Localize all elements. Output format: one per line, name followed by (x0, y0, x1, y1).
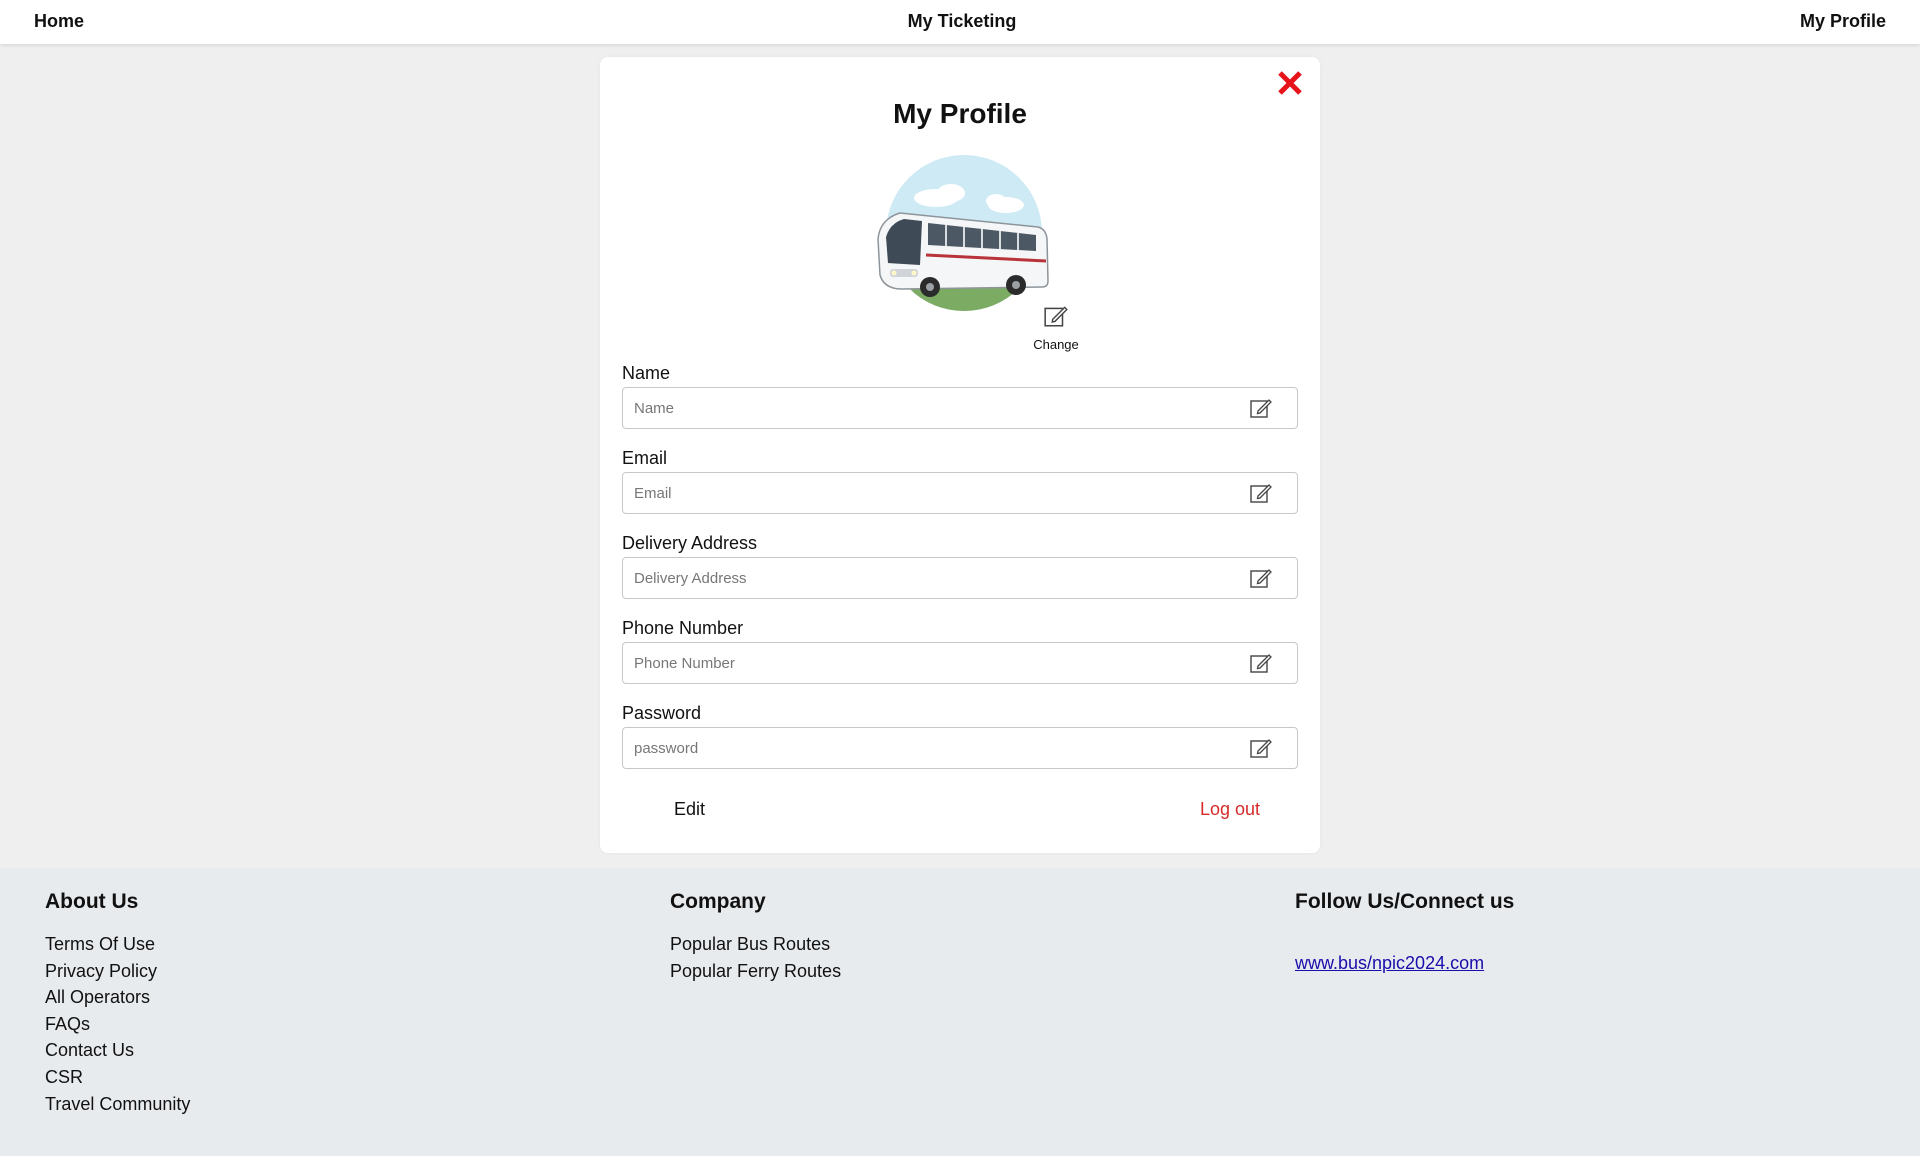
password-field: Password (622, 701, 1298, 769)
password-input-box (622, 727, 1298, 769)
name-label: Name (622, 363, 671, 383)
footer-company-heading: Company (670, 890, 766, 913)
footer-link-terms[interactable]: Terms Of Use (45, 931, 190, 958)
password-label: Password (622, 703, 702, 723)
footer-follow-column: Follow Us/Connect us www.bus/npic2024.co… (1295, 888, 1514, 974)
footer-link-contact[interactable]: Contact Us (45, 1037, 190, 1064)
edit-icon[interactable] (1249, 736, 1273, 760)
delivery-address-input[interactable] (623, 558, 1243, 598)
edit-icon (1044, 306, 1068, 327)
footer-about-column: About Us Terms Of Use Privacy Policy All… (45, 888, 190, 1117)
close-icon[interactable] (1276, 69, 1304, 97)
edit-icon[interactable] (1249, 396, 1273, 420)
edit-icon[interactable] (1249, 481, 1273, 505)
phone-number-input[interactable] (623, 643, 1243, 683)
nav-home-link[interactable]: Home (34, 11, 84, 32)
email-input-box (622, 472, 1298, 514)
password-input[interactable] (623, 728, 1243, 768)
name-input-box (622, 387, 1298, 429)
footer-link-privacy[interactable]: Privacy Policy (45, 958, 190, 985)
email-input[interactable] (623, 473, 1243, 513)
logout-button[interactable]: Log out (1200, 799, 1260, 820)
footer-link-csr[interactable]: CSR (45, 1064, 190, 1091)
edit-icon[interactable] (1249, 566, 1273, 590)
footer-follow-heading: Follow Us/Connect us (1295, 890, 1515, 913)
change-avatar-button[interactable]: Change (1024, 303, 1088, 352)
footer-link-faqs[interactable]: FAQs (45, 1011, 190, 1038)
footer-link-ferry-routes[interactable]: Popular Ferry Routes (670, 958, 841, 985)
email-field: Email (622, 446, 1298, 514)
name-input[interactable] (623, 388, 1243, 428)
page-title: My Profile (893, 98, 1027, 129)
footer-link-travel-community[interactable]: Travel Community (45, 1091, 190, 1118)
delivery-address-field: Delivery Address (622, 531, 1298, 599)
footer: About Us Terms Of Use Privacy Policy All… (0, 868, 1920, 1156)
footer-link-bus-routes[interactable]: Popular Bus Routes (670, 931, 841, 958)
bus-avatar-image (877, 155, 1049, 311)
footer-link-operators[interactable]: All Operators (45, 984, 190, 1011)
footer-about-heading: About Us (45, 890, 139, 913)
email-label: Email (622, 448, 668, 468)
phone-number-label: Phone Number (622, 618, 744, 638)
delivery-address-input-box (622, 557, 1298, 599)
phone-number-input-box (622, 642, 1298, 684)
nav-my-ticketing-link[interactable]: My Ticketing (908, 11, 1017, 32)
phone-number-field: Phone Number (622, 616, 1298, 684)
nav-my-profile-link[interactable]: My Profile (1800, 11, 1886, 32)
delivery-address-label: Delivery Address (622, 533, 758, 553)
edit-button[interactable]: Edit (674, 799, 705, 820)
edit-icon[interactable] (1249, 651, 1273, 675)
top-nav-bar: Home My Ticketing My Profile (0, 0, 1920, 44)
profile-card: My Profile Change Name Name Email Email … (600, 57, 1320, 853)
change-label: Change (1033, 337, 1079, 352)
footer-company-column: Company Popular Bus Routes Popular Ferry… (670, 888, 841, 984)
name-field: Name (622, 361, 1298, 429)
footer-website-link[interactable]: www.bus/npic2024.com (1295, 953, 1514, 974)
